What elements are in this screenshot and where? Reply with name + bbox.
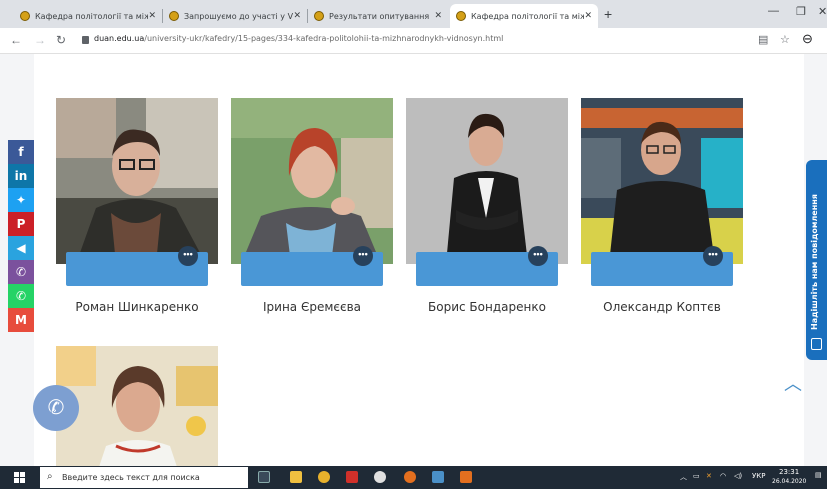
whatsapp-icon[interactable]: ✆ bbox=[8, 284, 34, 308]
more-icon[interactable]: ••• bbox=[528, 246, 548, 266]
phone-call-icon[interactable]: ✆ bbox=[33, 385, 79, 431]
browser-tab-active[interactable]: Кафедра політології та міжнар ✕ bbox=[450, 4, 598, 28]
notifications-icon[interactable]: ▤ bbox=[815, 471, 822, 479]
bookmark-star-icon[interactable]: ☆ bbox=[780, 33, 790, 46]
battery-icon[interactable]: ✕ bbox=[706, 472, 712, 480]
browser-tab[interactable]: Запрошуємо до участі у V Всеу ✕ bbox=[163, 4, 307, 28]
back-icon[interactable]: ← bbox=[10, 33, 22, 47]
viber-icon[interactable]: ✆ bbox=[8, 260, 34, 284]
tab-title: Результати опитування bbox=[329, 11, 430, 21]
message-icon bbox=[811, 338, 822, 350]
reload-icon[interactable]: ↻ bbox=[56, 33, 66, 47]
pdf-reader-icon[interactable] bbox=[346, 471, 358, 483]
tab-title: Запрошуємо до участі у V Всеу bbox=[184, 11, 294, 21]
language-indicator[interactable]: УКР bbox=[752, 472, 765, 480]
photos-icon[interactable] bbox=[432, 471, 444, 483]
app-icon[interactable] bbox=[404, 471, 416, 483]
page-content: ••• Роман Шинкаренко ••• Ірина Єремєєва bbox=[34, 54, 804, 466]
settings-icon[interactable] bbox=[374, 471, 386, 483]
member-name: Борис Бондаренко bbox=[428, 300, 546, 314]
site-favicon-icon bbox=[169, 11, 179, 21]
lock-icon bbox=[82, 36, 89, 44]
close-window-icon[interactable]: ✕ bbox=[818, 5, 827, 18]
wifi-icon[interactable]: ◠ bbox=[720, 472, 726, 480]
member-photo bbox=[56, 98, 218, 264]
site-favicon-icon bbox=[20, 11, 30, 21]
telegram-icon[interactable]: ◀ bbox=[8, 236, 34, 260]
member-photo bbox=[581, 98, 743, 264]
more-icon[interactable]: ••• bbox=[353, 246, 373, 266]
office-icon[interactable] bbox=[460, 471, 472, 483]
member-photo bbox=[56, 346, 218, 466]
taskbar-search[interactable]: ⌕ Введите здесь текст для поиска bbox=[40, 467, 248, 488]
search-icon: ⌕ bbox=[47, 471, 53, 482]
facebook-icon[interactable]: f bbox=[8, 140, 34, 164]
member-name: Ірина Єремєєва bbox=[263, 300, 361, 314]
tab-title: Кафедра політології та міжнар bbox=[35, 11, 149, 21]
windows-start-icon[interactable] bbox=[14, 472, 25, 483]
pinterest-icon[interactable]: P bbox=[8, 212, 34, 236]
url-field[interactable]: duan.edu.ua/university-ukr/kafedry/15-pa… bbox=[94, 34, 503, 43]
file-explorer-icon[interactable] bbox=[290, 471, 302, 483]
volume-icon[interactable]: ◁) bbox=[734, 472, 742, 480]
task-view-icon[interactable] bbox=[258, 471, 270, 483]
new-tab-icon[interactable]: + bbox=[604, 6, 612, 22]
team-member-card[interactable] bbox=[56, 346, 218, 466]
more-icon[interactable]: ••• bbox=[703, 246, 723, 266]
translate-icon[interactable]: ▤ bbox=[758, 33, 768, 46]
feedback-label: Надішліть нам повідомлення bbox=[810, 194, 819, 330]
maximize-icon[interactable]: ❐ bbox=[796, 5, 806, 18]
clock-time[interactable]: 23:31 bbox=[779, 468, 799, 476]
search-placeholder: Введите здесь текст для поиска bbox=[62, 473, 200, 482]
close-tab-icon[interactable]: ✕ bbox=[584, 11, 592, 21]
url-path: /university-ukr/kafedry/15-pages/334-kaf… bbox=[144, 34, 504, 43]
web-page: ••• Роман Шинкаренко ••• Ірина Єремєєва bbox=[0, 54, 827, 466]
team-member-card[interactable]: ••• Ірина Єремєєва bbox=[231, 98, 393, 338]
close-tab-icon[interactable]: ✕ bbox=[434, 11, 442, 21]
linkedin-icon[interactable]: in bbox=[8, 164, 34, 188]
minimize-icon[interactable]: — bbox=[768, 5, 779, 17]
team-member-card[interactable]: ••• Роман Шинкаренко bbox=[56, 98, 218, 338]
scroll-to-top-icon[interactable]: ︿ bbox=[784, 370, 802, 396]
twitter-icon[interactable]: ✦ bbox=[8, 188, 34, 212]
close-tab-icon[interactable]: ✕ bbox=[148, 11, 156, 21]
site-favicon-icon bbox=[456, 11, 466, 21]
address-bar: ← → ↻ duan.edu.ua/university-ukr/kafedry… bbox=[0, 28, 827, 54]
browser-tab-bar: Кафедра політології та міжнар ✕ Запрошує… bbox=[0, 0, 827, 28]
close-tab-icon[interactable]: ✕ bbox=[293, 11, 301, 21]
member-photo bbox=[231, 98, 393, 264]
team-member-card[interactable]: ••• Борис Бондаренко bbox=[406, 98, 568, 338]
member-name: Роман Шинкаренко bbox=[75, 300, 199, 314]
chrome-icon[interactable] bbox=[318, 471, 330, 483]
site-favicon-icon bbox=[314, 11, 324, 21]
profile-icon[interactable]: ⊖ bbox=[802, 31, 813, 47]
more-icon[interactable]: ••• bbox=[178, 246, 198, 266]
forward-icon[interactable]: → bbox=[34, 33, 46, 47]
network-icon[interactable]: ▭ bbox=[693, 472, 700, 480]
member-photo bbox=[406, 98, 568, 264]
feedback-tab[interactable]: Надішліть нам повідомлення bbox=[806, 160, 827, 360]
member-name: Олександр Коптєв bbox=[603, 300, 721, 314]
tray-chevron-icon[interactable]: ︿ bbox=[680, 472, 687, 482]
browser-tab[interactable]: Кафедра політології та міжнар ✕ bbox=[14, 4, 162, 28]
gmail-icon[interactable]: M bbox=[8, 308, 34, 332]
clock-date[interactable]: 26.04.2020 bbox=[772, 478, 806, 485]
windows-taskbar: ⌕ Введите здесь текст для поиска ︿ ▭ ✕ ◠… bbox=[0, 466, 827, 489]
browser-tab[interactable]: Результати опитування ✕ bbox=[308, 4, 448, 28]
team-member-card[interactable]: ••• Олександр Коптєв bbox=[581, 98, 743, 338]
url-host: duan.edu.ua bbox=[94, 34, 145, 43]
tab-title: Кафедра політології та міжнар bbox=[471, 11, 585, 21]
